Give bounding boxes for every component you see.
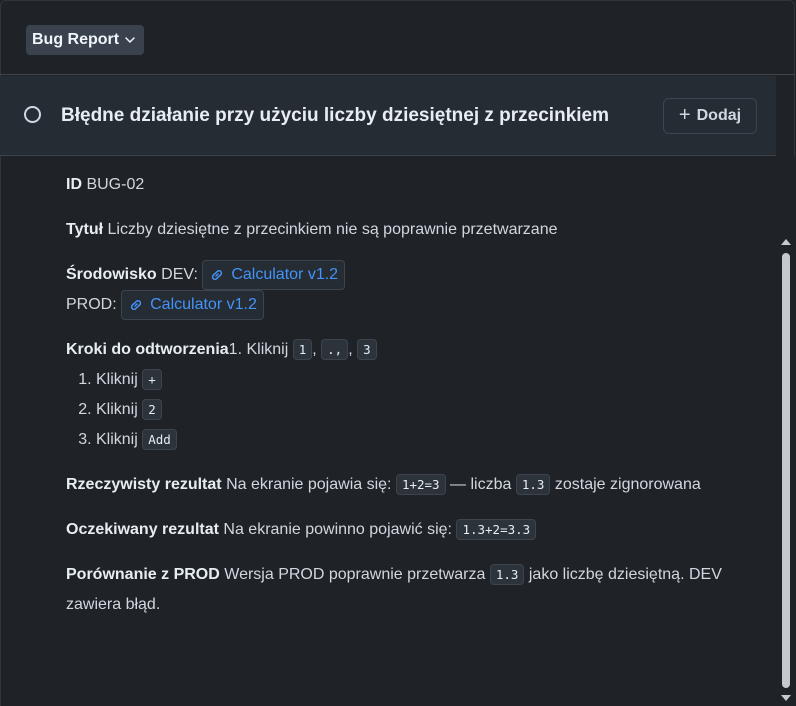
dev-link-label: Calculator v1.2 [231,266,339,283]
scrollbar[interactable] [777,157,795,706]
field-title-label: Tytuł [66,221,104,238]
step-text: Kliknij [96,431,138,449]
field-environment-prod: PROD: Calculator v1.2 [66,290,756,321]
field-title: Tytuł Liczby dziesiętne z przecinkiem ni… [66,215,756,245]
inline-code: 1+2=3 [395,474,446,496]
dev-prefix: DEV: [161,266,198,284]
issue-title: Błędne działanie przy użyciu liczby dzie… [61,105,610,126]
inline-code: Add [142,429,177,451]
field-actual-label: Rzeczywisty rezultat [66,476,222,494]
issue-body: ID BUG-02 Tytuł Liczby dziesiętne z prze… [66,170,756,620]
field-environment-label: Środowisko [66,266,157,284]
steps-list: Kliknij + Kliknij 2 Kliknij Add [66,365,756,455]
field-id-label: ID [66,176,82,193]
scroll-up-icon[interactable] [781,239,791,245]
step-text: Kliknij [96,371,138,389]
inline-code: 1.3 [515,474,551,496]
comparison-text-1: Wersja PROD poprawnie przetwarza [224,566,486,584]
inline-code: 1.3 [489,564,525,586]
prod-prefix: PROD: [66,296,117,314]
add-button-label: Dodaj [696,107,742,124]
link-icon [212,270,223,280]
open-circle-icon[interactable] [24,106,41,123]
issue-type-bar: Bug Report [0,0,795,75]
field-expected-label: Oczekiwany rezultat [66,521,219,539]
list-item: Kliknij 2 [96,395,756,425]
prod-link[interactable]: Calculator v1.2 [121,290,264,321]
field-id-value: BUG-02 [86,176,145,193]
chevron-down-icon [125,37,135,43]
issue-header: Błędne działanie przy użyciu liczby dzie… [0,76,776,156]
field-comparison: Porównanie z PROD Wersja PROD poprawnie … [66,560,756,620]
field-steps: Kroki do odtworzenia1. Kliknij 1, .,, 3 [66,335,756,365]
list-item: Kliknij + [96,365,756,395]
inline-code: + [142,369,162,391]
inline-code: 1 [292,339,313,361]
actual-text-3: zostaje zignorowana [554,476,701,494]
prod-link-label: Calculator v1.2 [150,296,257,314]
inline-code: ., [321,339,349,361]
steps-inline-text: 1. Kliknij [228,341,289,359]
field-expected: Oczekiwany rezultat Na ekranie powinno p… [66,515,756,545]
field-id: ID BUG-02 [66,170,756,200]
scrollbar-thumb[interactable] [782,253,790,688]
scroll-down-icon[interactable] [781,695,791,701]
link-icon [131,300,142,311]
field-comparison-label: Porównanie z PROD [66,566,220,584]
inline-code: 1.3+2=3.3 [456,519,537,541]
field-actual: Rzeczywisty rezultat Na ekranie pojawia … [66,470,756,500]
inline-code: 2 [142,399,162,421]
dev-link[interactable]: Calculator v1.2 [202,260,346,290]
field-title-value: Liczby dziesiętne z przecinkiem nie są p… [107,221,558,238]
issue-type-dropdown[interactable]: Bug Report [26,25,145,55]
actual-text-1: Na ekranie pojawia się: [226,476,392,494]
field-environment: Środowisko DEV: Calculator v1.2 [66,260,756,290]
list-item: Kliknij Add [96,425,756,455]
issue-type-label: Bug Report [32,31,120,48]
actual-text-2: — liczba [450,476,512,494]
plus-icon: + [678,104,691,126]
inline-code: 3 [357,339,377,361]
add-button[interactable]: + Dodaj [663,98,757,134]
step-text: Kliknij [96,401,138,419]
field-steps-label: Kroki do odtworzenia [66,341,229,359]
expected-text-1: Na ekranie powinno pojawić się: [223,521,452,539]
